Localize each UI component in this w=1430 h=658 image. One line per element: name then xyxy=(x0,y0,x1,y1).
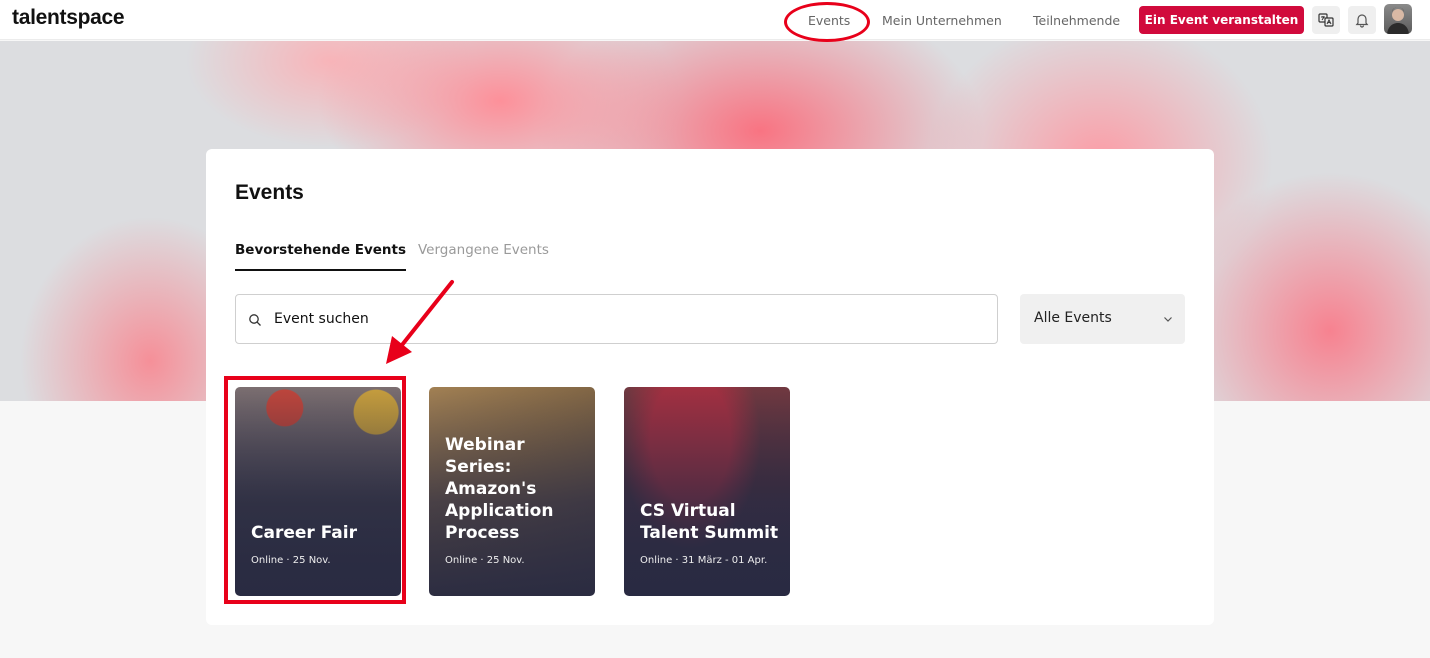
filter-selected-value: Alle Events xyxy=(1034,310,1112,326)
tab-upcoming-events[interactable]: Bevorstehende Events xyxy=(235,242,406,271)
event-title: CS Virtual Talent Summit xyxy=(640,501,779,543)
nav-link-attendees[interactable]: Teilnehmende xyxy=(1033,13,1120,28)
event-meta: Online · 25 Nov. xyxy=(445,555,525,566)
event-title: Webinar Series: Amazon's Application Pro… xyxy=(445,435,554,543)
tab-past-events[interactable]: Vergangene Events xyxy=(418,242,549,269)
event-title: Career Fair xyxy=(251,523,357,543)
nav-link-my-company[interactable]: Mein Unternehmen xyxy=(882,13,1002,28)
language-button[interactable] xyxy=(1312,6,1340,34)
event-card-career-fair[interactable]: Career Fair Online · 25 Nov. xyxy=(235,387,401,596)
events-panel: Events Bevorstehende Events Vergangene E… xyxy=(206,149,1214,625)
chevron-down-icon xyxy=(1164,317,1172,322)
notifications-button[interactable] xyxy=(1348,6,1376,34)
search-box[interactable] xyxy=(235,294,998,344)
search-input[interactable] xyxy=(274,295,974,343)
event-meta: Online · 31 März - 01 Apr. xyxy=(640,555,768,566)
bell-icon xyxy=(1355,14,1369,28)
avatar[interactable] xyxy=(1384,4,1412,34)
event-meta: Online · 25 Nov. xyxy=(251,555,331,566)
search-icon xyxy=(249,314,261,326)
host-event-button[interactable]: Ein Event veranstalten xyxy=(1139,6,1304,34)
top-navigation-bar: talentspace Events Mein Unternehmen Teil… xyxy=(0,0,1430,40)
translate-icon xyxy=(1318,13,1334,27)
event-filter-select[interactable]: Alle Events xyxy=(1020,294,1185,344)
event-card-webinar-series[interactable]: Webinar Series: Amazon's Application Pro… xyxy=(429,387,595,596)
event-card-cs-virtual-talent-summit[interactable]: CS Virtual Talent Summit Online · 31 Mär… xyxy=(624,387,790,596)
page-title: Events xyxy=(235,181,304,204)
logo[interactable]: talentspace xyxy=(12,6,125,30)
nav-link-events[interactable]: Events xyxy=(808,13,850,28)
